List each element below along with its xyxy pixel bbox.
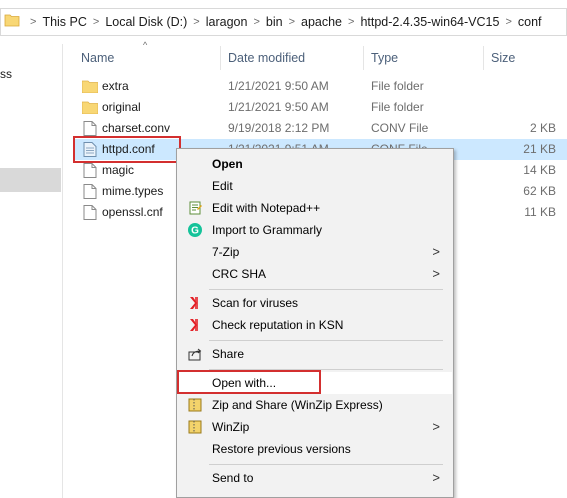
- context-menu: Open Edit Edit with Notepad++ G Import t…: [176, 148, 454, 498]
- breadcrumb-this-pc[interactable]: This PC: [42, 15, 86, 29]
- breadcrumb-laragon[interactable]: laragon: [206, 15, 248, 29]
- column-header-date[interactable]: Date modified: [228, 44, 305, 72]
- breadcrumb: > This PC > Local Disk (D:) > laragon > …: [24, 15, 542, 29]
- breadcrumb-httpd[interactable]: httpd-2.4.35-win64-VC15: [360, 15, 499, 29]
- document-icon: [83, 205, 97, 220]
- submenu-arrow-icon: >: [432, 266, 440, 281]
- menu-label: Scan for viruses: [212, 296, 299, 310]
- file-type: File folder: [371, 79, 424, 93]
- column-divider[interactable]: [220, 46, 221, 70]
- file-size: 11 KB: [524, 205, 556, 219]
- menu-label: Zip and Share (WinZip Express): [212, 398, 383, 412]
- file-name: extra: [102, 79, 129, 93]
- nav-item-label[interactable]: ss: [0, 67, 12, 81]
- menu-item-edit[interactable]: Edit: [178, 175, 452, 197]
- file-type: CONV File: [371, 121, 429, 135]
- menu-item-check-ksn[interactable]: Check reputation in KSN: [178, 314, 452, 336]
- menu-item-zip-and-share[interactable]: Zip and Share (WinZip Express): [178, 394, 452, 416]
- chevron-right-icon[interactable]: >: [93, 16, 99, 28]
- file-date: 9/19/2018 2:12 PM: [228, 121, 330, 135]
- highlight-box-file: [73, 136, 181, 163]
- submenu-arrow-icon: >: [432, 470, 440, 485]
- breadcrumb-conf[interactable]: conf: [518, 15, 542, 29]
- share-icon: [188, 348, 202, 361]
- chevron-right-icon[interactable]: >: [30, 16, 36, 28]
- menu-item-open[interactable]: Open: [178, 153, 452, 175]
- file-name: openssl.cnf: [102, 205, 163, 219]
- file-size: 21 KB: [523, 142, 556, 156]
- menu-item-scan-viruses[interactable]: Scan for viruses: [178, 292, 452, 314]
- file-row-original[interactable]: original 1/21/2021 9:50 AM File folder: [73, 97, 567, 118]
- file-size: 62 KB: [523, 184, 556, 198]
- chevron-right-icon[interactable]: >: [289, 16, 295, 28]
- chevron-right-icon[interactable]: >: [505, 16, 511, 28]
- column-header-size[interactable]: Size: [491, 44, 515, 72]
- svg-text:G: G: [191, 226, 199, 237]
- chevron-right-icon[interactable]: >: [253, 16, 259, 28]
- column-header-type[interactable]: Type: [371, 44, 398, 72]
- notepadpp-icon: [189, 201, 202, 215]
- winzip-icon: [188, 420, 202, 434]
- menu-item-crc-sha[interactable]: CRC SHA >: [178, 263, 452, 285]
- menu-label: Restore previous versions: [212, 442, 351, 456]
- file-date: 1/21/2021 9:50 AM: [228, 79, 329, 93]
- file-type: File folder: [371, 100, 424, 114]
- folder-icon: [82, 101, 98, 114]
- kaspersky-icon: [190, 297, 198, 309]
- winzip-icon: [188, 398, 202, 412]
- menu-separator: [209, 464, 443, 465]
- menu-separator: [209, 340, 443, 341]
- breadcrumb-apache[interactable]: apache: [301, 15, 342, 29]
- nav-item-selected[interactable]: [0, 168, 61, 192]
- menu-label: Edit: [212, 179, 233, 193]
- navigation-pane[interactable]: ss: [0, 44, 63, 498]
- grammarly-icon: G: [188, 223, 202, 237]
- menu-label: WinZip: [212, 420, 250, 434]
- chevron-right-icon[interactable]: >: [193, 16, 199, 28]
- document-icon: [83, 163, 97, 178]
- menu-item-share[interactable]: Share: [178, 343, 452, 365]
- menu-separator: [209, 289, 443, 290]
- menu-label: CRC SHA: [212, 267, 267, 281]
- breadcrumb-bin[interactable]: bin: [266, 15, 283, 29]
- menu-item-grammarly[interactable]: G Import to Grammarly: [178, 219, 452, 241]
- menu-item-restore-versions[interactable]: Restore previous versions: [178, 438, 452, 460]
- menu-label: Open: [212, 157, 243, 171]
- file-name: magic: [102, 163, 135, 177]
- submenu-arrow-icon: >: [432, 244, 440, 259]
- document-icon: [83, 184, 97, 199]
- document-icon: [83, 121, 97, 136]
- menu-label: Edit with Notepad++: [212, 201, 321, 215]
- breadcrumb-local-disk[interactable]: Local Disk (D:): [105, 15, 187, 29]
- menu-item-winzip[interactable]: WinZip >: [178, 416, 452, 438]
- menu-item-7zip[interactable]: 7-Zip >: [178, 241, 452, 263]
- sort-ascending-icon: ^: [143, 40, 148, 50]
- file-name: original: [102, 100, 141, 114]
- column-divider[interactable]: [483, 46, 484, 70]
- file-size: 14 KB: [523, 163, 556, 177]
- highlight-box-open-with: [177, 370, 321, 394]
- menu-label: Check reputation in KSN: [212, 318, 344, 332]
- menu-label: 7-Zip: [212, 245, 240, 259]
- kaspersky-icon: [190, 319, 198, 331]
- folder-icon: [82, 80, 98, 93]
- menu-item-edit-notepadpp[interactable]: Edit with Notepad++: [178, 197, 452, 219]
- menu-label: Send to: [212, 471, 254, 485]
- address-bar[interactable]: > This PC > Local Disk (D:) > laragon > …: [0, 0, 567, 44]
- chevron-right-icon[interactable]: >: [348, 16, 354, 28]
- column-header-name[interactable]: Name: [81, 44, 114, 72]
- submenu-arrow-icon: >: [432, 419, 440, 434]
- file-date: 1/21/2021 9:50 AM: [228, 100, 329, 114]
- menu-label: Import to Grammarly: [212, 223, 323, 237]
- folder-icon: [4, 14, 20, 27]
- file-size: 2 KB: [529, 121, 556, 135]
- column-divider[interactable]: [363, 46, 364, 70]
- file-row-extra[interactable]: extra 1/21/2021 9:50 AM File folder: [73, 76, 567, 97]
- file-name: mime.types: [102, 184, 164, 198]
- menu-label: Share: [212, 347, 245, 361]
- menu-item-send-to[interactable]: Send to >: [178, 467, 452, 489]
